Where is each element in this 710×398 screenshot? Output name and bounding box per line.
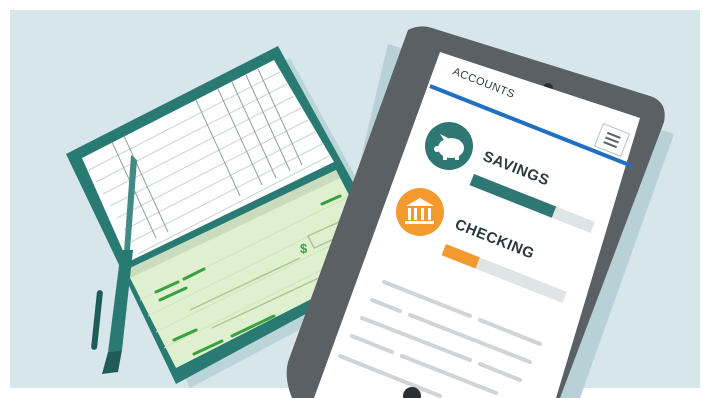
tablet: ACCOUNTS SAVINGS CHECKING xyxy=(286,26,674,398)
illustration: $ ACCOUNTS SAVINGS CHECKING xyxy=(0,0,710,398)
dollar-sign-icon: $ xyxy=(300,241,308,256)
artwork: $ ACCOUNTS SAVINGS CHECKING xyxy=(66,26,674,398)
checking-icon-badge xyxy=(396,188,444,236)
svg-text:$: $ xyxy=(300,241,308,256)
